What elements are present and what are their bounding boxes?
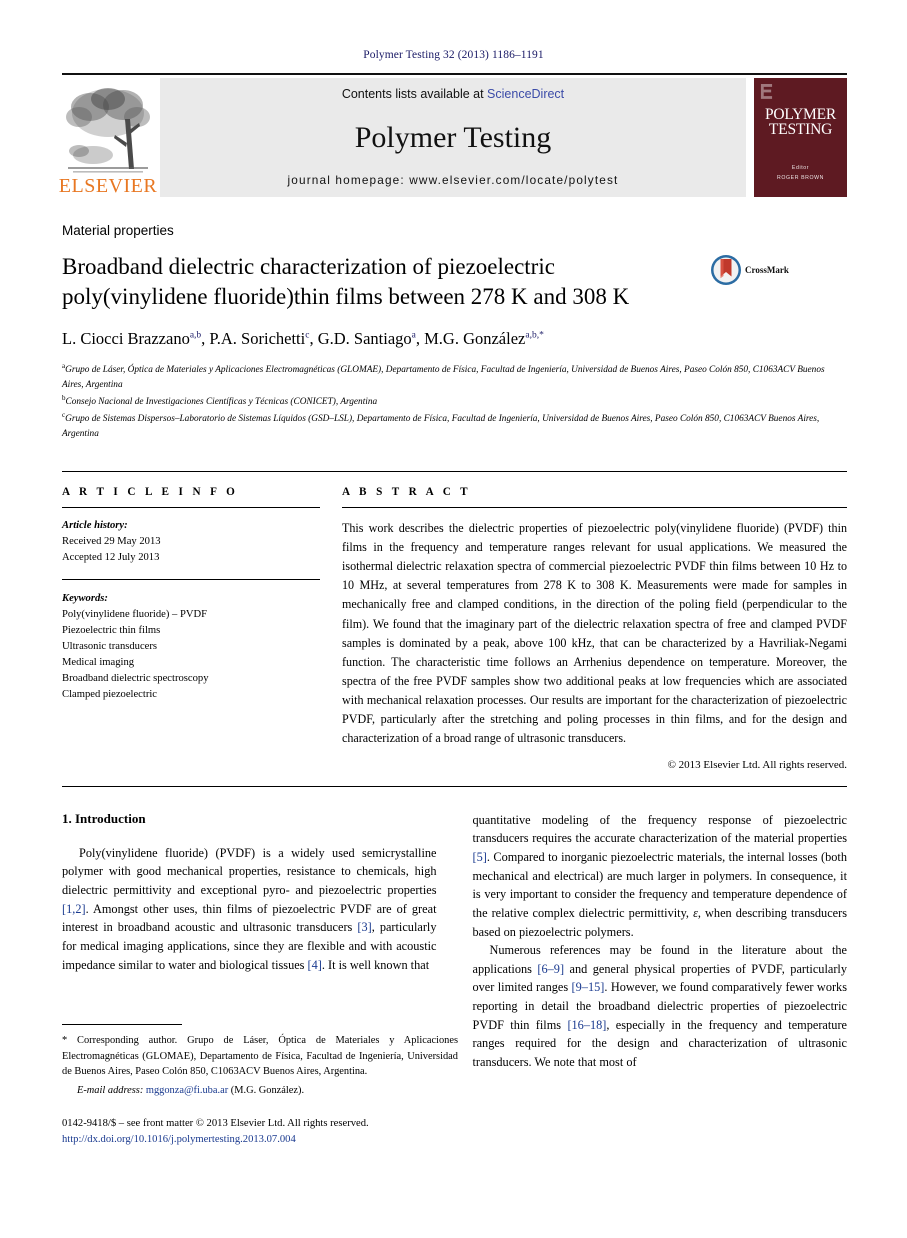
article-received-date: Received 29 May 2013 bbox=[62, 536, 161, 548]
abstract-bottom-rule bbox=[62, 785, 847, 787]
email-owner: (M.G. González). bbox=[230, 1084, 305, 1096]
citation-link[interactable]: [4] bbox=[308, 958, 322, 972]
affiliation-text: Grupo de Sistemas Dispersos–Laboratorio … bbox=[62, 414, 820, 440]
abstract-copyright: © 2013 Elsevier Ltd. All rights reserved… bbox=[667, 758, 847, 771]
masthead-center: Contents lists available at ScienceDirec… bbox=[160, 78, 746, 197]
abstract-heading: A B S T R A C T bbox=[342, 486, 472, 499]
affiliation-text: Grupo de Láser, Óptica de Materiales y A… bbox=[62, 364, 825, 390]
abstract-text: This work describes the dielectric prope… bbox=[342, 521, 847, 745]
article-accepted-date: Accepted 12 July 2013 bbox=[62, 552, 160, 564]
para-text: Poly(vinylidene fluoride) (PVDF) is a wi… bbox=[62, 845, 437, 898]
keyword-item: Ultrasonic transducers bbox=[62, 640, 158, 652]
running-head: Polymer Testing 32 (2013) 1186–1191 bbox=[363, 49, 544, 61]
sciencedirect-link[interactable]: ScienceDirect bbox=[487, 87, 564, 101]
body-column-right: quantitative modeling of the frequency r… bbox=[473, 811, 848, 1072]
article-content: Material properties Broadband dielectric… bbox=[62, 223, 847, 1072]
citation-link[interactable]: [16–18] bbox=[567, 1018, 606, 1032]
article-info-heading: A R T I C L E I N F O bbox=[62, 486, 239, 499]
author-sep: , bbox=[309, 328, 318, 348]
intro-paragraph-left: Poly(vinylidene fluoride) (PVDF) is a wi… bbox=[62, 844, 437, 974]
keyword-item: Broadband dielectric spectroscopy bbox=[62, 673, 209, 685]
author-affil-mark: a,b bbox=[189, 330, 202, 341]
article-info-body: Article history: Received 29 May 2013 Ac… bbox=[62, 508, 320, 703]
keywords-block: Keywords: Poly(vinylidene fluoride) – PV… bbox=[62, 580, 320, 704]
affiliation-list: aGrupo de Láser, Óptica de Materiales y … bbox=[62, 361, 847, 443]
cover-editor: Editor ROGER BROWN bbox=[777, 164, 824, 184]
contents-line: Contents lists available at ScienceDirec… bbox=[342, 87, 564, 101]
citation-link[interactable]: [9–15] bbox=[572, 980, 605, 994]
cover-title-line2: TESTING bbox=[768, 121, 833, 139]
author-sep: , bbox=[415, 328, 425, 348]
author-list: L. Ciocci Brazzanoa,b, P.A. Sorichettic,… bbox=[62, 329, 847, 349]
cover-elsevier-mark-icon bbox=[760, 84, 773, 99]
author-name: L. Ciocci Brazzano bbox=[62, 328, 190, 348]
citation-link[interactable]: [1,2] bbox=[62, 902, 86, 916]
article-section-label: Material properties bbox=[62, 223, 174, 238]
affiliation-item: aGrupo de Láser, Óptica de Materiales y … bbox=[62, 361, 847, 393]
author-name: M.G. González bbox=[424, 328, 526, 348]
journal-title: Polymer Testing bbox=[354, 121, 552, 154]
footnote-rule bbox=[62, 1024, 182, 1025]
footnote-email-line: E-mail address: mggonza@fi.uba.ar (M.G. … bbox=[62, 1085, 458, 1096]
corresponding-author-footnote: * Corresponding author. Grupo de Láser, … bbox=[62, 1024, 458, 1096]
author-name: G.D. Santiago bbox=[317, 328, 412, 348]
crossmark-label: CrossMark bbox=[745, 265, 789, 275]
journal-homepage-link[interactable]: journal homepage: www.elsevier.com/locat… bbox=[288, 173, 619, 187]
doi-link[interactable]: http://dx.doi.org/10.1016/j.polymertesti… bbox=[62, 1132, 582, 1148]
title-row: Broadband dielectric characterization of… bbox=[62, 252, 847, 312]
info-abstract-block: A R T I C L E I N F O Article history: R… bbox=[62, 471, 847, 771]
citation-link[interactable]: [6–9] bbox=[537, 962, 564, 976]
page-title: Broadband dielectric characterization of… bbox=[62, 252, 702, 312]
contents-prefix: Contents lists available at bbox=[341, 87, 488, 101]
journal-cover-thumbnail: POLYMER TESTING Editor ROGER BROWN bbox=[754, 78, 847, 197]
cover-editor-name: ROGER BROWN bbox=[777, 175, 824, 182]
issn-line: 0142-9418/$ – see front matter © 2013 El… bbox=[62, 1118, 369, 1129]
para-text: . It is well known that bbox=[321, 957, 430, 972]
author-name: P.A. Sorichetti bbox=[209, 328, 306, 348]
crossmark-badge[interactable]: CrossMark bbox=[710, 254, 789, 286]
keyword-item: Piezoelectric thin films bbox=[62, 624, 161, 636]
keywords-label: Keywords: bbox=[62, 592, 108, 604]
email-link[interactable]: mggonza@fi.uba.ar bbox=[146, 1085, 228, 1096]
affiliation-item: bConsejo Nacional de Investigaciones Cie… bbox=[62, 393, 847, 410]
cover-title: POLYMER TESTING bbox=[764, 106, 837, 139]
journal-masthead: ELSEVIER Contents lists available at Sci… bbox=[58, 73, 847, 197]
cover-title-line1: POLYMER bbox=[764, 106, 837, 123]
article-history-label: Article history: bbox=[62, 520, 128, 532]
footnote-text: * Corresponding author. Grupo de Láser, … bbox=[62, 1035, 458, 1077]
affiliation-item: cGrupo de Sistemas Dispersos–Laboratorio… bbox=[62, 410, 847, 442]
email-label: E-mail address: bbox=[77, 1084, 144, 1096]
abstract-column: A B S T R A C T This work describes the … bbox=[342, 472, 847, 771]
article-page: Polymer Testing 32 (2013) 1186–1191 ELSE… bbox=[0, 0, 907, 1238]
keyword-item: Poly(vinylidene fluoride) – PVDF bbox=[62, 608, 208, 620]
author-affil-mark: a,b, bbox=[525, 330, 540, 341]
elsevier-wordmark: ELSEVIER bbox=[58, 175, 158, 197]
elsevier-tree-icon bbox=[66, 88, 150, 173]
article-title-line2: poly(vinylidene fluoride)thin films betw… bbox=[62, 283, 630, 309]
article-info-column: A R T I C L E I N F O Article history: R… bbox=[62, 472, 342, 771]
keyword-item: Medical imaging bbox=[62, 656, 135, 668]
crossmark-icon bbox=[711, 255, 741, 285]
intro-paragraph-right-2: Numerous references may be found in the … bbox=[473, 941, 848, 1071]
keyword-item: Clamped piezoelectric bbox=[62, 689, 158, 701]
corresponding-author-marker: * bbox=[539, 330, 544, 341]
para-text: quantitative modeling of the frequency r… bbox=[472, 812, 848, 846]
article-title-line1: Broadband dielectric characterization of… bbox=[62, 254, 555, 279]
elsevier-logo: ELSEVIER bbox=[58, 78, 158, 197]
page-footer: 0142-9418/$ – see front matter © 2013 El… bbox=[62, 1116, 582, 1148]
introduction-heading: 1. Introduction bbox=[62, 810, 146, 826]
citation-link[interactable]: [3] bbox=[357, 920, 371, 934]
citation-link[interactable]: [5] bbox=[473, 850, 487, 864]
intro-paragraph-right-1: quantitative modeling of the frequency r… bbox=[473, 811, 848, 941]
article-history: Article history: Received 29 May 2013 Ac… bbox=[62, 518, 320, 578]
cover-editor-label: Editor bbox=[791, 165, 810, 172]
affiliation-text: Consejo Nacional de Investigaciones Cien… bbox=[65, 397, 378, 408]
